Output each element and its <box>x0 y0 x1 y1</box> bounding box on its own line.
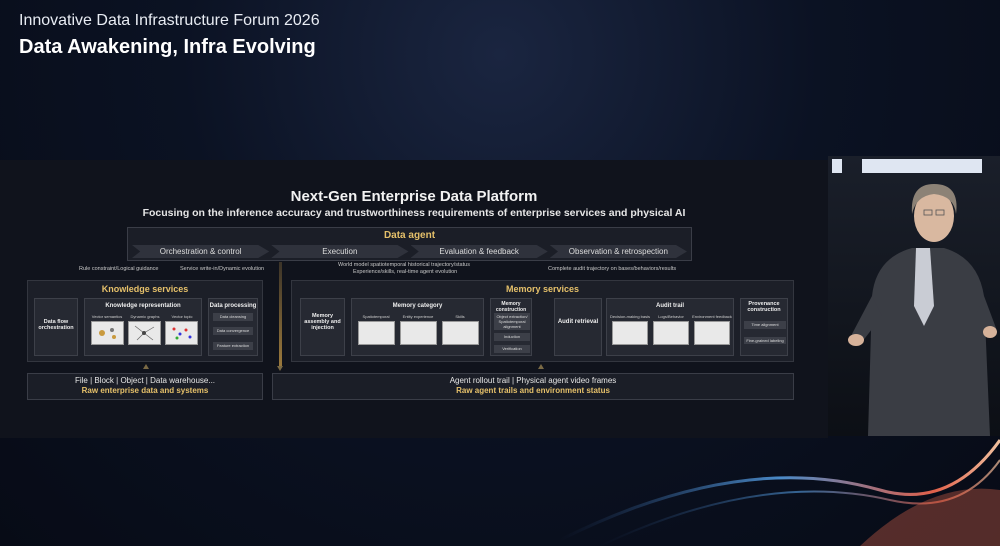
agent-steps: Orchestration & control Execution Evalua… <box>132 245 687 258</box>
knowledge-representation-title: Knowledge representation <box>105 303 181 309</box>
dynamic-graphs-image <box>128 321 161 345</box>
agent-trails-title: Raw agent trails and environment status <box>456 386 610 395</box>
processing-item: Data convergence <box>213 327 253 335</box>
arrow-up-icon <box>143 364 149 369</box>
skills-image <box>442 321 479 345</box>
memory-category-box: Memory category Spatiotemporal Entity ex… <box>351 298 484 356</box>
vector-semantics-icon <box>99 328 116 339</box>
memory-construction-title: Memory construction <box>495 301 527 313</box>
memory-category-title: Memory category <box>392 303 443 309</box>
note-service: Service write-in/Dynamic evolution <box>180 266 265 272</box>
flow-line <box>279 262 282 368</box>
agent-step: Observation & retrospection <box>549 245 687 258</box>
card-label: Decision-making basis <box>609 314 650 319</box>
construction-item: Verification <box>494 345 530 353</box>
data-flow-label: Data flow orchestration <box>38 319 74 331</box>
card-label: Environment feedback <box>692 314 732 319</box>
card-label: Logs/Behavior <box>658 314 684 319</box>
provenance-item: Time alignment <box>744 321 786 329</box>
knowledge-services-panel: Knowledge services Data flow orchestrati… <box>27 280 263 362</box>
decision-basis-image <box>612 321 648 345</box>
logs-behavior-image <box>653 321 689 345</box>
speaker-video <box>828 156 1000 436</box>
audit-trail-box: Audit trail Decision-making basis Logs/B… <box>606 298 734 356</box>
note-world-model: World model spatiotemporal historical tr… <box>338 262 470 268</box>
vector-semantics-image <box>91 321 124 345</box>
environment-feedback-image <box>694 321 730 345</box>
graph-icon <box>134 325 155 341</box>
enterprise-data-title: Raw enterprise data and systems <box>81 386 209 395</box>
knowledge-services-title: Knowledge services <box>101 284 189 294</box>
data-processing-box: Data processing Data cleansing Data conv… <box>208 298 258 356</box>
card-label: Vector semantics <box>91 314 123 319</box>
provenance-box: Provenance construction Time alignment F… <box>740 298 788 356</box>
provenance-item: Fine-grained labeling <box>744 337 786 344</box>
event-name: Innovative Data Infrastructure Forum 202… <box>19 12 320 29</box>
construction-item: Induction <box>494 333 530 341</box>
arrow-down-icon <box>277 366 283 371</box>
entity-experience-image <box>400 321 437 345</box>
memory-construction-box: Memory construction Object extraction/ S… <box>490 298 532 356</box>
presentation-slide: Next-Gen Enterprise Data Platform Focusi… <box>0 160 828 438</box>
agent-trail-types: Agent rollout trail | Physical agent vid… <box>449 376 617 385</box>
note-audit: Complete audit trajectory on bases/behav… <box>548 266 677 272</box>
enterprise-data-types: File | Block | Object | Data warehouse..… <box>74 376 216 385</box>
data-flow-box: Data flow orchestration <box>34 298 78 356</box>
card-label: Vector topic <box>171 314 193 319</box>
processing-item: Feature extraction <box>213 342 253 350</box>
audit-retrieval-box: Audit retrieval <box>554 298 602 356</box>
audit-retrieval-label: Audit retrieval <box>557 319 599 325</box>
memory-services-title: Memory services <box>505 284 580 294</box>
processing-item: Data cleansing <box>213 313 253 321</box>
construction-item: Object extraction/ Spatiotemporal alignm… <box>494 313 530 330</box>
vector-topic-image <box>165 321 198 345</box>
scatter-icon <box>172 327 192 340</box>
raw-enterprise-data-box: File | Block | Object | Data warehouse..… <box>27 373 263 400</box>
agent-step: Evaluation & feedback <box>410 245 548 258</box>
memory-assembly-label: Memory assembly and injection <box>304 313 341 331</box>
card-label: Dynamic graphs <box>130 314 160 319</box>
slide-subtitle: Focusing on the inference accuracy and t… <box>142 207 686 219</box>
data-agent-box: Data agent Orchestration & control Execu… <box>127 227 692 261</box>
agent-step: Execution <box>271 245 409 258</box>
slide-title: Next-Gen Enterprise Data Platform <box>290 188 538 205</box>
audit-trail-title: Audit trail <box>656 303 684 309</box>
agent-step: Orchestration & control <box>132 245 270 258</box>
knowledge-representation-box: Knowledge representation Vector semantic… <box>84 298 202 356</box>
raw-agent-trails-box: Agent rollout trail | Physical agent vid… <box>272 373 794 400</box>
spatiotemporal-image <box>358 321 395 345</box>
speaker-figure <box>848 184 997 436</box>
arrow-up-icon <box>538 364 544 369</box>
note-experience: Experience/skills, real-time agent evolu… <box>353 269 458 275</box>
provenance-title: Provenance construction <box>747 301 781 313</box>
data-agent-title: Data agent <box>383 230 436 241</box>
decorative-swoosh <box>560 439 1000 546</box>
memory-assembly-box: Memory assembly and injection <box>300 298 345 356</box>
card-label: Spatiotemporal <box>362 314 390 319</box>
card-label: Entity experience <box>402 314 434 319</box>
card-label: Skills <box>455 314 465 319</box>
memory-services-panel: Memory services Memory assembly and inje… <box>291 280 794 362</box>
event-theme: Data Awakening, Infra Evolving <box>19 36 316 58</box>
data-processing-title: Data processing <box>209 303 257 309</box>
note-rule: Rule constraint/Logical guidance <box>79 266 159 272</box>
